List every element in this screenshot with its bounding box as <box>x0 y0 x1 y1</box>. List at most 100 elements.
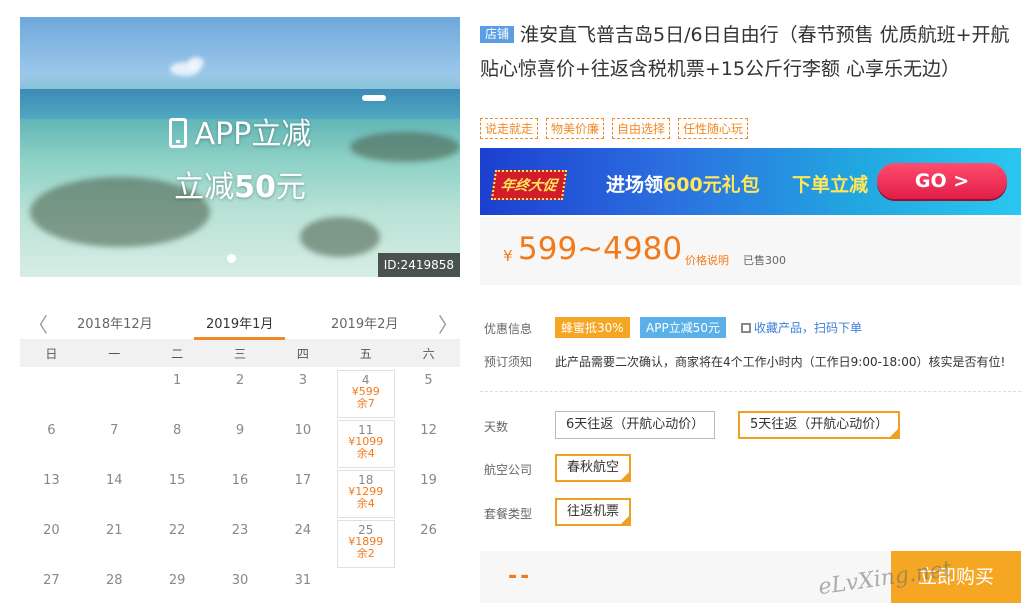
calendar-day: 3 <box>271 367 334 417</box>
weekday-label: 六 <box>422 346 435 361</box>
weekday-label: 日 <box>45 346 58 361</box>
day-remaining: 余2 <box>356 547 375 560</box>
weekday-label: 二 <box>171 346 184 361</box>
boat-shape <box>362 95 386 101</box>
day-number: 30 <box>231 573 249 588</box>
days-option-6[interactable]: 6天往返（开航心动价） <box>555 411 716 439</box>
calendar-day: 24 <box>271 517 334 567</box>
calendar-day: 13 <box>20 467 83 517</box>
feature-tag: 说走就走 <box>480 118 539 139</box>
carousel-dot[interactable] <box>227 254 236 263</box>
calendar-day: 20 <box>20 517 83 567</box>
calendar-prev-arrow-icon[interactable]: 〈 <box>28 309 48 338</box>
calendar-weekdays: 日 一 二 三 四 五 六 <box>20 339 460 367</box>
package-label: 套餐类型 <box>484 507 533 521</box>
day-number: 10 <box>294 423 312 438</box>
day-number: 3 <box>298 373 307 388</box>
hero-promo-prefix: 立减 <box>174 170 235 205</box>
day-number: 14 <box>106 473 123 488</box>
calendar-day: 28 <box>83 567 146 613</box>
calendar-day: 2 <box>209 367 272 417</box>
day-number: 26 <box>420 523 437 538</box>
calendar-day[interactable]: 18 ¥1299 余4 <box>334 467 397 518</box>
reef-shape <box>300 217 380 257</box>
shop-tag[interactable]: 店铺 <box>480 26 515 43</box>
calendar-day: 5 <box>397 367 460 417</box>
hero-promo-line1: APP立减 <box>20 109 460 153</box>
feature-tag: 自由选择 <box>612 118 671 139</box>
hero-promo-text: APP立减 <box>194 117 312 152</box>
calendar-day: 26 <box>397 517 460 567</box>
favorite-qr-link[interactable]: 收藏产品，扫码下单 <box>741 319 862 336</box>
day-number: 24 <box>294 523 312 538</box>
package-option[interactable]: 往返机票 <box>555 498 632 526</box>
calendar-day <box>83 367 146 417</box>
banner-gift-amount: 600元礼包 <box>663 174 760 196</box>
calendar-day: 30 <box>209 567 272 613</box>
calendar-next-arrow-icon[interactable]: 〉 <box>438 309 458 338</box>
day-number: 7 <box>110 423 119 438</box>
calendar-day <box>334 567 397 613</box>
notice-label: 预订须知 <box>484 355 533 369</box>
hero-promo-line2: 立减50元 <box>20 162 460 206</box>
banner-go-button[interactable]: GO > <box>877 163 1007 199</box>
feature-tag: 任性随心玩 <box>678 118 749 139</box>
calendar-day[interactable]: 11 ¥1099 余4 <box>334 417 397 468</box>
calendar-day: 15 <box>146 467 209 517</box>
days-option-5[interactable]: 5天往返（开航心动价） <box>738 411 901 439</box>
day-number: 8 <box>172 423 182 438</box>
days-label: 天数 <box>484 420 509 434</box>
day-number: 12 <box>420 423 437 438</box>
year-end-badge: 年终大促 <box>490 170 568 200</box>
booking-notice: 此产品需要二次确认，商家将在4个工作小时内（工作日9:00-18:00）核实是否… <box>555 355 1006 369</box>
calendar-day: 31 <box>271 567 334 613</box>
product-id-badge: ID:2419858 <box>377 253 460 277</box>
day-number: 22 <box>168 523 186 538</box>
day-number: 1 <box>172 373 182 388</box>
day-number: 15 <box>168 473 186 488</box>
cloud-shape <box>188 57 204 69</box>
weekday-label: 五 <box>359 346 372 361</box>
day-number: 31 <box>294 573 312 588</box>
calendar-day[interactable]: 4 ¥599 余7 <box>334 367 397 418</box>
feature-tags: 说走就走 物美价廉 自由选择 任性随心玩 <box>480 118 749 139</box>
hero-image[interactable]: APP立减 立减50元 ID:2419858 <box>20 17 460 277</box>
day-number: 20 <box>43 523 60 538</box>
calendar-day-available[interactable]: 18 ¥1299 余4 <box>336 470 395 518</box>
calendar-day: 9 <box>209 417 272 467</box>
calendar-day: 1 <box>146 367 209 417</box>
price-note-link[interactable]: 价格说明 <box>685 252 729 268</box>
day-number: 6 <box>47 423 56 438</box>
calendar-day: 29 <box>146 567 209 613</box>
promo-banner[interactable]: 年终大促 进场领600元礼包 下单立减 GO > <box>480 148 1021 215</box>
day-number: 29 <box>168 573 186 588</box>
product-title-text: 淮安直飞普吉岛5日/6日自由行（春节预售 优质航班+开航贴心惊喜价+往返含税机票… <box>480 24 1010 80</box>
date-calendar: 〈 2018年12月 2019年1月 2019年2月 〉 日 一 二 三 四 五… <box>20 305 460 613</box>
calendar-day: 21 <box>83 517 146 567</box>
honey-discount-pill[interactable]: 蜂蜜抵30% <box>555 317 630 338</box>
app-discount-pill[interactable]: APP立减50元 <box>640 317 726 338</box>
weekday-label: 四 <box>296 346 309 361</box>
price-range: 599~4980 <box>518 231 683 267</box>
calendar-day[interactable]: 25 ¥1899 余2 <box>334 517 397 568</box>
calendar-month-prev[interactable]: 2018年12月 <box>77 313 153 332</box>
calendar-day-available[interactable]: 25 ¥1899 余2 <box>336 520 395 568</box>
product-title: 店铺 淮安直飞普吉岛5日/6日自由行（春节预售 优质航班+开航贴心惊喜价+往返含税… <box>480 18 1015 86</box>
day-number: 16 <box>231 473 249 488</box>
calendar-day-available[interactable]: 11 ¥1099 余4 <box>336 420 395 468</box>
banner-gift-text: 进场领600元礼包 <box>606 170 760 197</box>
calendar-day-available[interactable]: 4 ¥599 余7 <box>336 370 395 418</box>
day-number: 9 <box>235 423 245 438</box>
sold-count: 已售300 <box>743 254 786 267</box>
price-box: ¥ 599~4980 价格说明 已售300 <box>480 217 1021 285</box>
airline-label: 航空公司 <box>484 463 533 477</box>
phone-icon <box>168 118 187 148</box>
calendar-day: 19 <box>397 467 460 517</box>
airline-option[interactable]: 春秋航空 <box>555 454 632 482</box>
day-number: 23 <box>231 523 249 538</box>
calendar-month-current[interactable]: 2019年1月 <box>193 313 286 340</box>
calendar-day: 8 <box>146 417 209 467</box>
calendar-month-next[interactable]: 2019年2月 <box>331 313 398 332</box>
calendar-day: 6 <box>20 417 83 467</box>
banner-discount-text: 下单立减 <box>792 174 869 196</box>
